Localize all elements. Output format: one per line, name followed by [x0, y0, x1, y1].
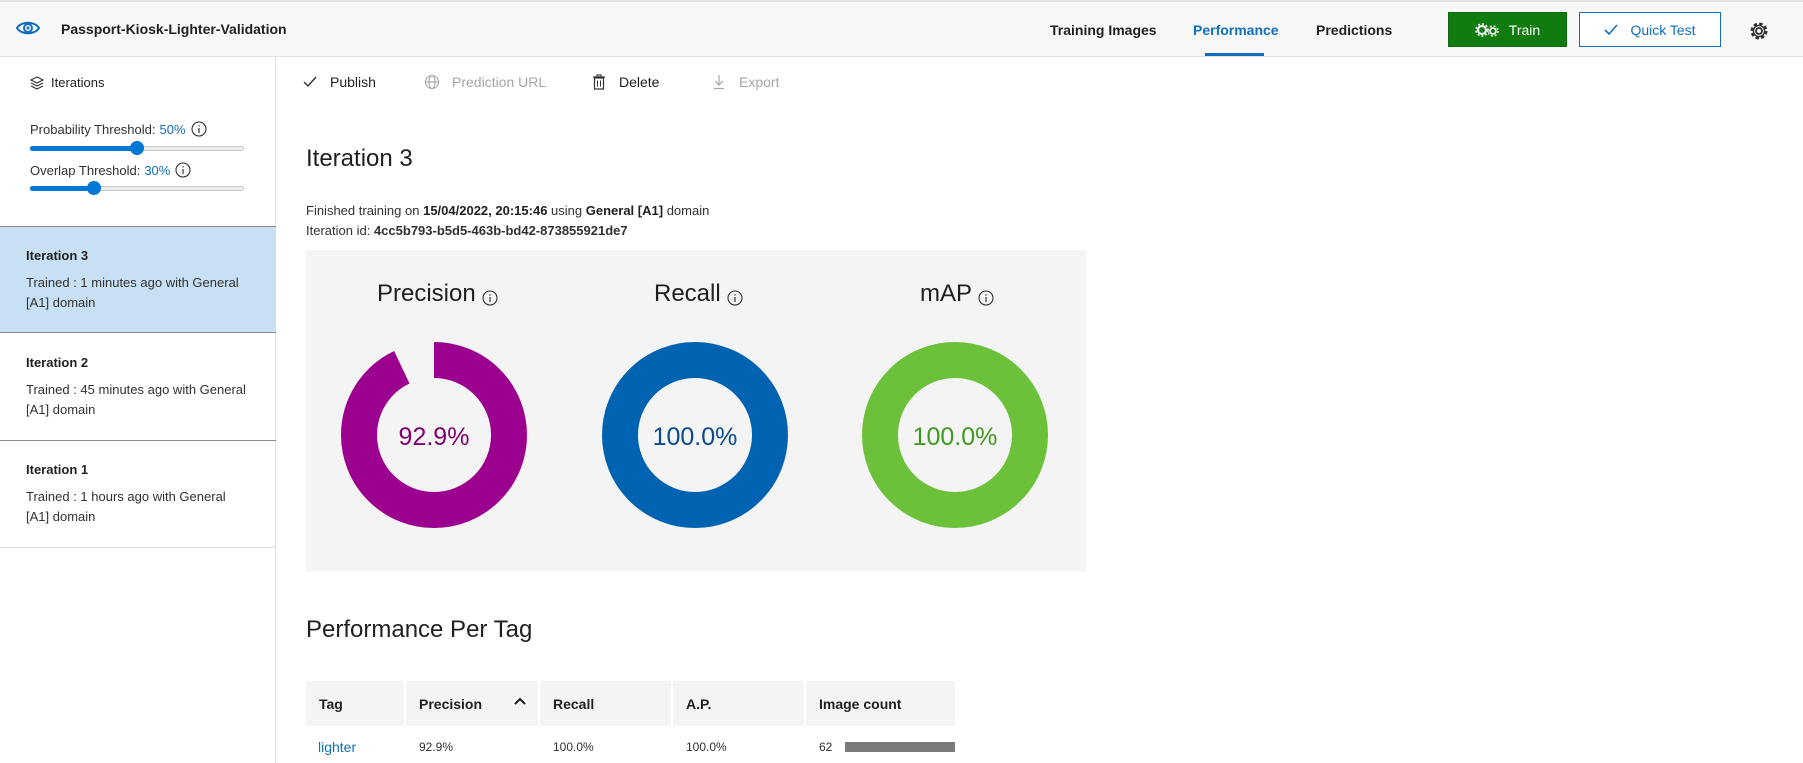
probability-threshold-label: Probability Threshold: 50% — [30, 121, 207, 137]
sidebar: Iterations Probability Threshold: 50% Ov… — [0, 57, 276, 763]
eye-icon[interactable] — [15, 17, 41, 39]
map-value: 100.0% — [912, 423, 998, 451]
column-header-label: Recall — [553, 696, 595, 712]
trained-suffix: domain — [666, 203, 710, 218]
publish-button[interactable]: Publish — [302, 74, 376, 90]
column-header-tag[interactable]: Tag — [306, 681, 404, 726]
iteration-name: Iteration 1 — [26, 462, 89, 477]
delete-label: Delete — [619, 74, 660, 90]
recall-value: 100.0% — [652, 423, 738, 451]
overlap-threshold-text: Overlap Threshold: — [30, 162, 141, 178]
slider-fill — [30, 186, 95, 191]
cell-precision: 92.9% — [419, 740, 454, 754]
globe-icon — [424, 74, 440, 90]
iteration-item-3[interactable]: Iteration 3 Trained : 1 minutes ago with… — [0, 226, 276, 333]
iterations-header: Iterations — [30, 75, 104, 90]
download-icon — [714, 75, 724, 90]
publish-label: Publish — [330, 74, 376, 90]
column-header-label: Image count — [819, 696, 902, 712]
iteration-desc: Trained : 45 minutes ago with General [A… — [26, 382, 246, 417]
recall-title: Recall — [654, 280, 743, 308]
project-title: Passport-Kiosk-Lighter-Validation — [61, 21, 287, 37]
overlap-threshold-label: Overlap Threshold: 30% — [30, 162, 191, 178]
iteration-id-line: Iteration id: 4cc5b793-b5d5-463b-bd42-87… — [306, 223, 628, 238]
iteration-id-value: 4cc5b793-b5d5-463b-bd42-873855921de7 — [373, 223, 628, 238]
slider-fill — [30, 146, 137, 151]
tag-link-lighter[interactable]: lighter — [318, 739, 356, 755]
metric-name: mAP — [920, 280, 973, 307]
column-header-precision[interactable]: Precision — [406, 681, 538, 726]
map-title: mAP — [920, 280, 994, 308]
top-bar: Passport-Kiosk-Lighter-Validation Traini… — [0, 0, 1803, 57]
slider-thumb[interactable] — [130, 141, 144, 155]
tab-predictions[interactable]: Predictions — [1316, 22, 1392, 38]
info-icon[interactable] — [727, 290, 743, 306]
column-header-recall[interactable]: Recall — [540, 681, 671, 726]
iteration-item-2[interactable]: Iteration 2 Trained : 45 minutes ago wit… — [0, 334, 276, 441]
info-icon[interactable] — [175, 162, 191, 178]
checkmark-icon — [1604, 23, 1619, 35]
probability-threshold-text: Probability Threshold: — [30, 121, 156, 137]
train-button[interactable]: Train — [1448, 12, 1567, 47]
export-label: Export — [739, 74, 780, 90]
iteration-id-label: Iteration id: — [306, 223, 371, 238]
trained-prefix: Finished training on — [306, 203, 420, 218]
image-count-bar — [845, 742, 955, 752]
quick-test-label: Quick Test — [1630, 21, 1696, 38]
trained-date: 15/04/2022, 20:15:46 — [423, 203, 548, 218]
column-header-label: Tag — [319, 696, 343, 712]
train-label: Train — [1508, 21, 1541, 38]
quick-test-button[interactable]: Quick Test — [1579, 12, 1721, 47]
overlap-threshold-slider[interactable] — [30, 181, 244, 195]
checkmark-icon — [303, 76, 317, 88]
prediction-url-button[interactable]: Prediction URL — [424, 74, 546, 90]
overlap-threshold-value: 30% — [144, 162, 171, 178]
metric-name: Precision — [377, 280, 476, 307]
precision-title: Precision — [377, 280, 498, 308]
iteration-item-1[interactable]: Iteration 1 Trained : 1 hours ago with G… — [0, 441, 276, 548]
slider-thumb[interactable] — [87, 181, 102, 195]
column-header-label: Precision — [419, 696, 483, 712]
info-icon[interactable] — [190, 121, 207, 137]
metric-name: Recall — [654, 280, 721, 307]
column-header-image-count[interactable]: Image count — [806, 681, 955, 726]
export-button[interactable]: Export — [711, 74, 779, 90]
prediction-url-label: Prediction URL — [452, 74, 547, 90]
precision-value: 92.9% — [398, 423, 470, 451]
trained-mid: using — [551, 203, 583, 218]
cell-recall: 100.0% — [553, 740, 594, 754]
cell-image-count: 62 — [819, 740, 833, 754]
iteration-desc: Trained : 1 minutes ago with General [A1… — [26, 275, 239, 310]
probability-threshold-value: 50% — [159, 121, 186, 137]
trained-domain: General [A1] — [585, 203, 664, 218]
layers-icon — [30, 75, 44, 90]
gears-icon — [1475, 22, 1499, 37]
info-icon[interactable] — [482, 290, 498, 306]
sort-ascending-icon — [514, 697, 526, 705]
iteration-desc: Trained : 1 hours ago with General [A1] … — [26, 489, 226, 524]
gear-icon[interactable] — [1749, 21, 1769, 41]
info-icon[interactable] — [978, 290, 994, 306]
metrics-panel: Precision 92.9% Recall 100.0% mAP 100.0% — [306, 250, 1086, 571]
tab-training-images[interactable]: Training Images — [1050, 22, 1157, 38]
delete-button[interactable]: Delete — [591, 74, 659, 90]
active-tab-indicator — [1205, 53, 1264, 56]
probability-threshold-slider[interactable] — [30, 141, 244, 155]
iterations-label: Iterations — [51, 75, 105, 90]
cell-ap: 100.0% — [686, 740, 727, 754]
training-info: Finished training on 15/04/2022, 20:15:4… — [306, 203, 709, 218]
iteration-name: Iteration 3 — [26, 248, 89, 263]
trash-icon — [593, 74, 605, 90]
tab-performance[interactable]: Performance — [1193, 22, 1279, 38]
performance-per-tag-title: Performance Per Tag — [306, 616, 533, 643]
column-header-label: A.P. — [686, 696, 712, 712]
iteration-title: Iteration 3 — [306, 145, 413, 172]
column-header-ap[interactable]: A.P. — [673, 681, 804, 726]
iteration-name: Iteration 2 — [26, 355, 89, 370]
